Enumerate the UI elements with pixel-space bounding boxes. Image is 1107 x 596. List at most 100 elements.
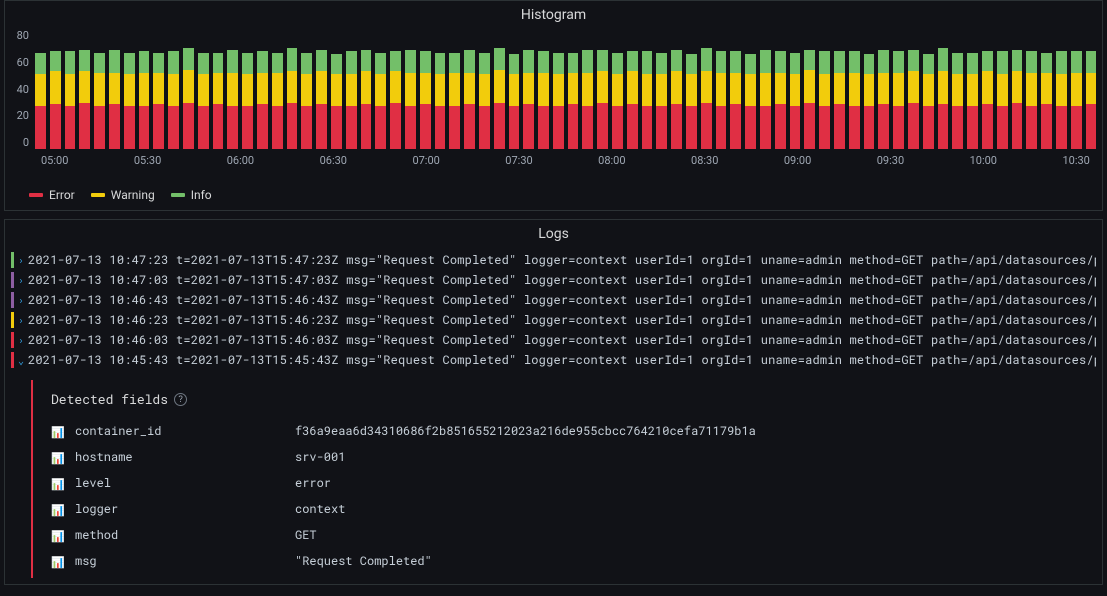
help-icon[interactable]: ?: [174, 393, 187, 406]
histogram-bar[interactable]: [94, 34, 105, 149]
histogram-bar[interactable]: [257, 34, 268, 149]
histogram-bar[interactable]: [1012, 34, 1023, 149]
histogram-bar[interactable]: [686, 34, 697, 149]
log-row[interactable]: ›2021-07-13 10:47:23 t=2021-07-13T15:47:…: [11, 250, 1096, 270]
histogram-bar[interactable]: [582, 34, 593, 149]
histogram-bar[interactable]: [79, 34, 90, 149]
histogram-bar[interactable]: [775, 34, 786, 149]
histogram-bar[interactable]: [242, 34, 253, 149]
log-row[interactable]: ›2021-07-13 10:46:43 t=2021-07-13T15:46:…: [11, 290, 1096, 310]
log-row[interactable]: ›2021-07-13 10:47:03 t=2021-07-13T15:47:…: [11, 270, 1096, 290]
chevron-right-icon[interactable]: ›: [18, 334, 28, 347]
stats-icon[interactable]: 📊: [51, 502, 65, 517]
histogram-bar[interactable]: [671, 34, 682, 149]
histogram-bar[interactable]: [287, 34, 298, 149]
histogram-bar[interactable]: [967, 34, 978, 149]
histogram-bar[interactable]: [1071, 34, 1082, 149]
histogram-bar[interactable]: [819, 34, 830, 149]
histogram-bar[interactable]: [553, 34, 564, 149]
histogram-bar[interactable]: [109, 34, 120, 149]
histogram-bar[interactable]: [479, 34, 490, 149]
histogram-bar[interactable]: [316, 34, 327, 149]
x-tick: 07:00: [412, 154, 439, 167]
histogram-bar[interactable]: [745, 34, 756, 149]
histogram-bar[interactable]: [612, 34, 623, 149]
histogram-bar[interactable]: [390, 34, 401, 149]
histogram-bar[interactable]: [449, 34, 460, 149]
histogram-bar[interactable]: [656, 34, 667, 149]
histogram-bar[interactable]: [272, 34, 283, 149]
histogram-bar[interactable]: [997, 34, 1008, 149]
histogram-bar[interactable]: [405, 34, 416, 149]
legend-item-info[interactable]: Info: [171, 188, 212, 202]
chevron-right-icon[interactable]: ›: [18, 294, 28, 307]
histogram-bar[interactable]: [790, 34, 801, 149]
stats-icon[interactable]: 📊: [51, 424, 65, 439]
histogram-bar[interactable]: [361, 34, 372, 149]
log-row[interactable]: ›2021-07-13 10:46:03 t=2021-07-13T15:46:…: [11, 330, 1096, 350]
histogram-bar[interactable]: [35, 34, 46, 149]
histogram-bar[interactable]: [435, 34, 446, 149]
histogram-bar[interactable]: [923, 34, 934, 149]
histogram-bar[interactable]: [938, 34, 949, 149]
histogram-bar[interactable]: [568, 34, 579, 149]
histogram-bar[interactable]: [227, 34, 238, 149]
histogram-bar[interactable]: [509, 34, 520, 149]
histogram-bar[interactable]: [213, 34, 224, 149]
log-row[interactable]: ›2021-07-13 10:46:23 t=2021-07-13T15:46:…: [11, 310, 1096, 330]
histogram-bar[interactable]: [331, 34, 342, 149]
histogram-bar[interactable]: [701, 34, 712, 149]
legend-item-error[interactable]: Error: [29, 188, 75, 202]
histogram-bar[interactable]: [1056, 34, 1067, 149]
histogram-bar[interactable]: [730, 34, 741, 149]
field-value: context: [295, 501, 345, 517]
histogram-bar[interactable]: [153, 34, 164, 149]
histogram-bar[interactable]: [982, 34, 993, 149]
x-tick: 09:00: [784, 154, 811, 167]
histogram-bar[interactable]: [183, 34, 194, 149]
histogram-bar[interactable]: [346, 34, 357, 149]
histogram-bar[interactable]: [597, 34, 608, 149]
histogram-bar[interactable]: [139, 34, 150, 149]
chevron-right-icon[interactable]: ›: [18, 314, 28, 327]
histogram-bar[interactable]: [878, 34, 889, 149]
histogram-bar[interactable]: [952, 34, 963, 149]
chevron-right-icon[interactable]: ›: [18, 274, 28, 287]
stats-icon[interactable]: 📊: [51, 554, 65, 569]
histogram-bar[interactable]: [464, 34, 475, 149]
histogram-bar[interactable]: [420, 34, 431, 149]
stats-icon[interactable]: 📊: [51, 476, 65, 491]
histogram-bar[interactable]: [65, 34, 76, 149]
histogram-bar[interactable]: [198, 34, 209, 149]
stats-icon[interactable]: 📊: [51, 528, 65, 543]
histogram-bar[interactable]: [849, 34, 860, 149]
histogram-bar[interactable]: [1086, 34, 1097, 149]
histogram-chart[interactable]: 806040200 05:0005:3006:0006:3007:0007:30…: [5, 29, 1102, 184]
histogram-bar[interactable]: [642, 34, 653, 149]
histogram-bar[interactable]: [716, 34, 727, 149]
histogram-bar[interactable]: [50, 34, 61, 149]
histogram-bar[interactable]: [627, 34, 638, 149]
histogram-bar[interactable]: [1026, 34, 1037, 149]
histogram-bar[interactable]: [124, 34, 135, 149]
histogram-bar[interactable]: [538, 34, 549, 149]
detected-field-row: 📊levelerror: [51, 470, 1096, 496]
histogram-bar[interactable]: [168, 34, 179, 149]
histogram-bar[interactable]: [864, 34, 875, 149]
histogram-bar[interactable]: [893, 34, 904, 149]
histogram-bar[interactable]: [375, 34, 386, 149]
chevron-right-icon[interactable]: ›: [18, 254, 28, 267]
legend-item-warning[interactable]: Warning: [91, 188, 155, 202]
histogram-bar[interactable]: [301, 34, 312, 149]
histogram-bar[interactable]: [804, 34, 815, 149]
chevron-down-icon[interactable]: ⌄: [18, 354, 28, 367]
stats-icon[interactable]: 📊: [51, 450, 65, 465]
histogram-bar[interactable]: [908, 34, 919, 149]
histogram-bar[interactable]: [760, 34, 771, 149]
histogram-bar[interactable]: [523, 34, 534, 149]
log-row[interactable]: ⌄2021-07-13 10:45:43 t=2021-07-13T15:45:…: [11, 350, 1096, 370]
histogram-bar[interactable]: [494, 34, 505, 149]
histogram-bar[interactable]: [1041, 34, 1052, 149]
x-tick: 05:00: [41, 154, 68, 167]
histogram-bar[interactable]: [834, 34, 845, 149]
